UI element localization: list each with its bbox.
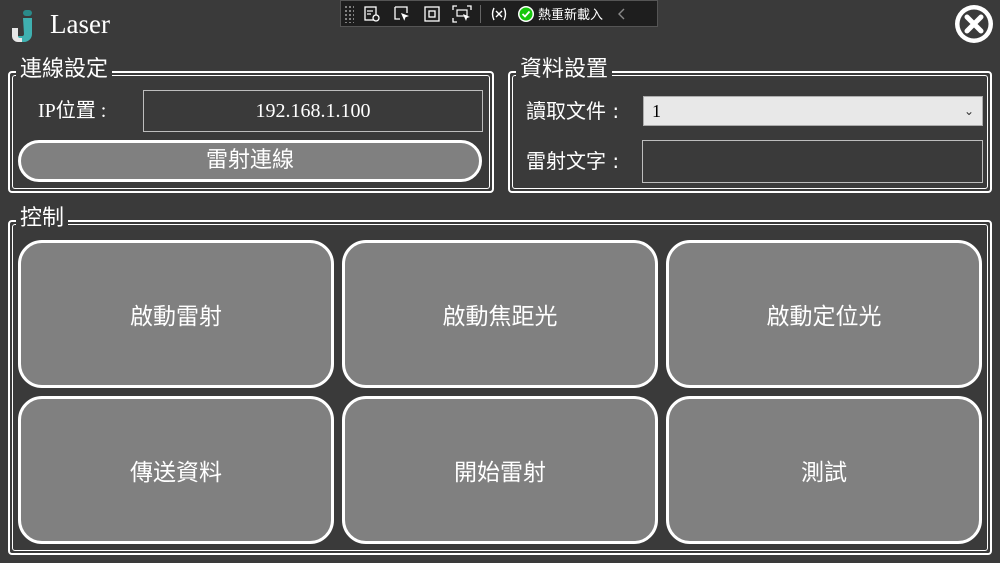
visual-tree-icon[interactable] <box>360 3 384 25</box>
chevron-left-icon[interactable] <box>615 3 629 25</box>
ip-label: IP位置 : <box>38 100 107 122</box>
hot-reload-button[interactable]: 熱重新載入 <box>517 4 603 23</box>
connection-settings-title: 連線設定 <box>16 56 113 84</box>
select-element-icon[interactable] <box>390 3 414 25</box>
debug-toolbar: 熱重新載入 <box>340 0 658 27</box>
app-logo-icon <box>12 10 32 42</box>
start-positioning-light-button[interactable]: 啟動定位光 <box>666 240 982 388</box>
test-button[interactable]: 測試 <box>666 396 982 544</box>
start-focus-light-button[interactable]: 啟動焦距光 <box>342 240 658 388</box>
app-title: Laser <box>50 9 110 39</box>
laser-text-label: 雷射文字 : <box>526 149 620 173</box>
control-title: 控制 <box>16 205 69 233</box>
laser-main-window: Laser 熱重新載入 連線設定 IP位置: 192.168.1.100 雷射… <box>0 0 1000 563</box>
start-laser-button[interactable]: 啟動雷射 <box>18 240 334 388</box>
hot-reload-label: 熱重新載入 <box>538 8 604 23</box>
binding-failures-icon[interactable] <box>487 3 511 25</box>
track-focused-element-icon[interactable] <box>450 3 474 25</box>
read-file-selected-value: 1 <box>652 101 661 121</box>
laser-connect-button[interactable]: 雷射連線 <box>18 140 482 182</box>
chevron-down-icon: ⌄ <box>963 104 974 118</box>
send-data-button[interactable]: 傳送資料 <box>18 396 334 544</box>
begin-lasering-button[interactable]: 開始雷射 <box>342 396 658 544</box>
read-file-select[interactable]: 1 ⌄ <box>643 96 983 126</box>
display-layout-adorners-icon[interactable] <box>420 3 444 25</box>
check-circle-icon <box>518 5 534 22</box>
toolbar-grip[interactable] <box>344 4 354 23</box>
read-file-label: 讀取文件 : <box>526 99 620 123</box>
ip-address-field[interactable]: 192.168.1.100 <box>143 90 483 132</box>
toolbar-separator <box>480 4 481 23</box>
close-circle-icon[interactable] <box>953 3 995 45</box>
laser-text-input[interactable] <box>642 140 983 183</box>
data-settings-title: 資料設置 <box>516 56 613 84</box>
